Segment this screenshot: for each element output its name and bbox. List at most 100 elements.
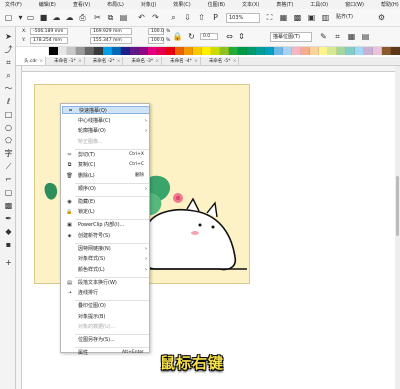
palette-swatch[interactable]: [112, 47, 121, 55]
menu-item[interactable]: 帮助(H): [381, 1, 399, 8]
context-menu-item[interactable]: ✂ 剪切(T) Ctrl+X: [62, 151, 150, 159]
artistic-media-icon[interactable]: ℓ: [3, 96, 14, 107]
menu-item[interactable]: 表格(T): [276, 1, 293, 8]
full-screen-icon[interactable]: ⛶: [264, 12, 275, 23]
mirror-v-icon[interactable]: ⇕: [236, 31, 247, 42]
menu-item[interactable]: 效果(C): [173, 1, 190, 8]
palette-swatch[interactable]: [49, 47, 58, 55]
pick-tool-icon[interactable]: ➤: [3, 31, 14, 42]
snap-icon[interactable]: ▥: [320, 12, 331, 23]
palette-swatch[interactable]: [328, 47, 337, 55]
rotate-icon[interactable]: ↻: [186, 31, 197, 42]
palette-swatch[interactable]: [310, 47, 319, 55]
palette-swatch[interactable]: [238, 47, 247, 55]
palette-swatch[interactable]: [85, 47, 94, 55]
interactive-fill-icon[interactable]: ◆: [3, 226, 14, 237]
close-tab-icon[interactable]: ×: [117, 58, 121, 65]
context-menu-item[interactable]: 轮廓描摹(O) ›: [62, 127, 150, 135]
context-menu-item[interactable]: 🗑 删除(L) 删除: [62, 172, 150, 180]
angle-field[interactable]: 0.0: [200, 33, 218, 40]
print-icon[interactable]: ⎙: [77, 12, 88, 23]
parallel-dimension-icon[interactable]: ⟋: [3, 161, 14, 172]
context-menu-item[interactable]: ◉ 隐藏(E): [62, 198, 150, 206]
menu-item[interactable]: 窗口(W): [345, 1, 364, 8]
vertical-scrollbar[interactable]: [395, 66, 400, 389]
crop-icon[interactable]: ⌗: [332, 31, 343, 42]
eyedropper-tool-icon[interactable]: ✒: [3, 213, 14, 224]
copy-icon[interactable]: ⧉: [105, 12, 116, 23]
document-tab[interactable]: 未命名 -1* ×: [46, 57, 85, 65]
close-tab-icon[interactable]: ×: [233, 58, 237, 65]
width-field[interactable]: 169.929 mm: [90, 28, 132, 35]
vertical-ruler[interactable]: [16, 66, 22, 389]
palette-swatch[interactable]: [229, 47, 238, 55]
context-menu-item[interactable]: 中心线描摹(C) ›: [62, 117, 150, 125]
y-position-field[interactable]: 178.254 mm: [30, 37, 68, 44]
snap-to-menu[interactable]: 贴齐(T): [334, 13, 364, 23]
edit-bitmap-icon[interactable]: ✎: [318, 31, 329, 42]
import-icon[interactable]: ⇩: [182, 12, 193, 23]
context-menu-item[interactable]: ◈ 创建新符号(S): [62, 232, 150, 240]
palette-swatch[interactable]: [139, 47, 148, 55]
options-gear-icon[interactable]: ⚙: [376, 12, 387, 23]
document-tab[interactable]: 未命名 -5* ×: [201, 57, 240, 65]
palette-swatch[interactable]: [76, 47, 85, 55]
zoom-tool-icon[interactable]: ⌕: [3, 70, 14, 81]
search-icon[interactable]: ⌕: [168, 12, 179, 23]
context-menu-item[interactable]: 对象提示(B): [62, 313, 150, 321]
smart-fill-icon[interactable]: ▪: [3, 239, 14, 250]
palette-swatch[interactable]: [337, 47, 346, 55]
palette-swatch[interactable]: [247, 47, 256, 55]
palette-swatch[interactable]: [175, 47, 184, 55]
palette-swatch[interactable]: [346, 47, 355, 55]
palette-swatch[interactable]: [94, 47, 103, 55]
rulers-icon[interactable]: ▦: [278, 12, 289, 23]
height-field[interactable]: 155.347 mm: [90, 37, 132, 44]
palette-swatch[interactable]: [166, 47, 175, 55]
open-icon[interactable]: ▭: [25, 12, 36, 23]
add-tool-icon[interactable]: +: [3, 257, 14, 268]
palette-swatch[interactable]: [40, 47, 49, 55]
polygon-tool-icon[interactable]: ⬠: [3, 135, 14, 146]
palette-swatch[interactable]: [301, 47, 310, 55]
palette-swatch[interactable]: [391, 47, 400, 55]
context-menu-item[interactable]: 位图另存为(S)...: [62, 336, 150, 344]
cloud-icon[interactable]: ☁: [51, 12, 62, 23]
context-menu-item[interactable]: 属性 Alt+Enter: [62, 349, 150, 357]
transparency-tool-icon[interactable]: ▩: [3, 200, 14, 211]
palette-swatch[interactable]: [103, 47, 112, 55]
menu-item[interactable]: 文件(F): [5, 1, 22, 8]
context-menu-item[interactable]: 颜色样式(L) ›: [62, 266, 150, 274]
undo-icon[interactable]: ↶: [136, 12, 147, 23]
palette-swatch[interactable]: [58, 47, 67, 55]
menu-item[interactable]: 对象(J): [141, 1, 156, 8]
wrap-text-icon[interactable]: ▤: [360, 31, 371, 42]
grid-icon[interactable]: ▩: [292, 12, 303, 23]
mirror-h-icon[interactable]: ⇔: [224, 31, 235, 42]
lock-ratio-icon[interactable]: 🔒: [172, 31, 183, 42]
context-menu-item[interactable]: ⧉ 复制(C) Ctrl+C: [62, 161, 150, 169]
menu-item[interactable]: 位图(B): [208, 1, 225, 8]
palette-swatch[interactable]: [256, 47, 265, 55]
palette-swatch[interactable]: [157, 47, 166, 55]
close-tab-icon[interactable]: ×: [194, 58, 198, 65]
pdf-icon[interactable]: P: [210, 12, 221, 23]
palette-swatch[interactable]: [364, 47, 373, 55]
palette-swatch[interactable]: [184, 47, 193, 55]
palette-swatch[interactable]: [292, 47, 301, 55]
menu-item[interactable]: 文本(X): [242, 1, 259, 8]
menu-item[interactable]: 布局(L): [107, 1, 124, 8]
redo-icon[interactable]: ↷: [150, 12, 161, 23]
drop-shadow-icon[interactable]: ▢: [3, 187, 14, 198]
document-tab[interactable]: 头.cdr ×: [16, 57, 47, 65]
scale-y-field[interactable]: 100.0: [148, 37, 164, 44]
context-menu-item[interactable]: ⌗ 快速描摹(Q): [62, 106, 150, 114]
scale-x-field[interactable]: 100.0: [148, 28, 164, 35]
close-tab-icon[interactable]: ×: [155, 58, 159, 65]
context-menu-item[interactable]: ▣ PowerClip 内部(I)...: [62, 221, 150, 229]
menu-item[interactable]: 工具(O): [310, 1, 328, 8]
guidelines-icon[interactable]: ▣: [306, 12, 317, 23]
menu-item[interactable]: 编辑(E): [39, 1, 56, 8]
new-document-icon[interactable]: ▢: [3, 12, 14, 23]
horizontal-ruler[interactable]: [16, 66, 400, 72]
